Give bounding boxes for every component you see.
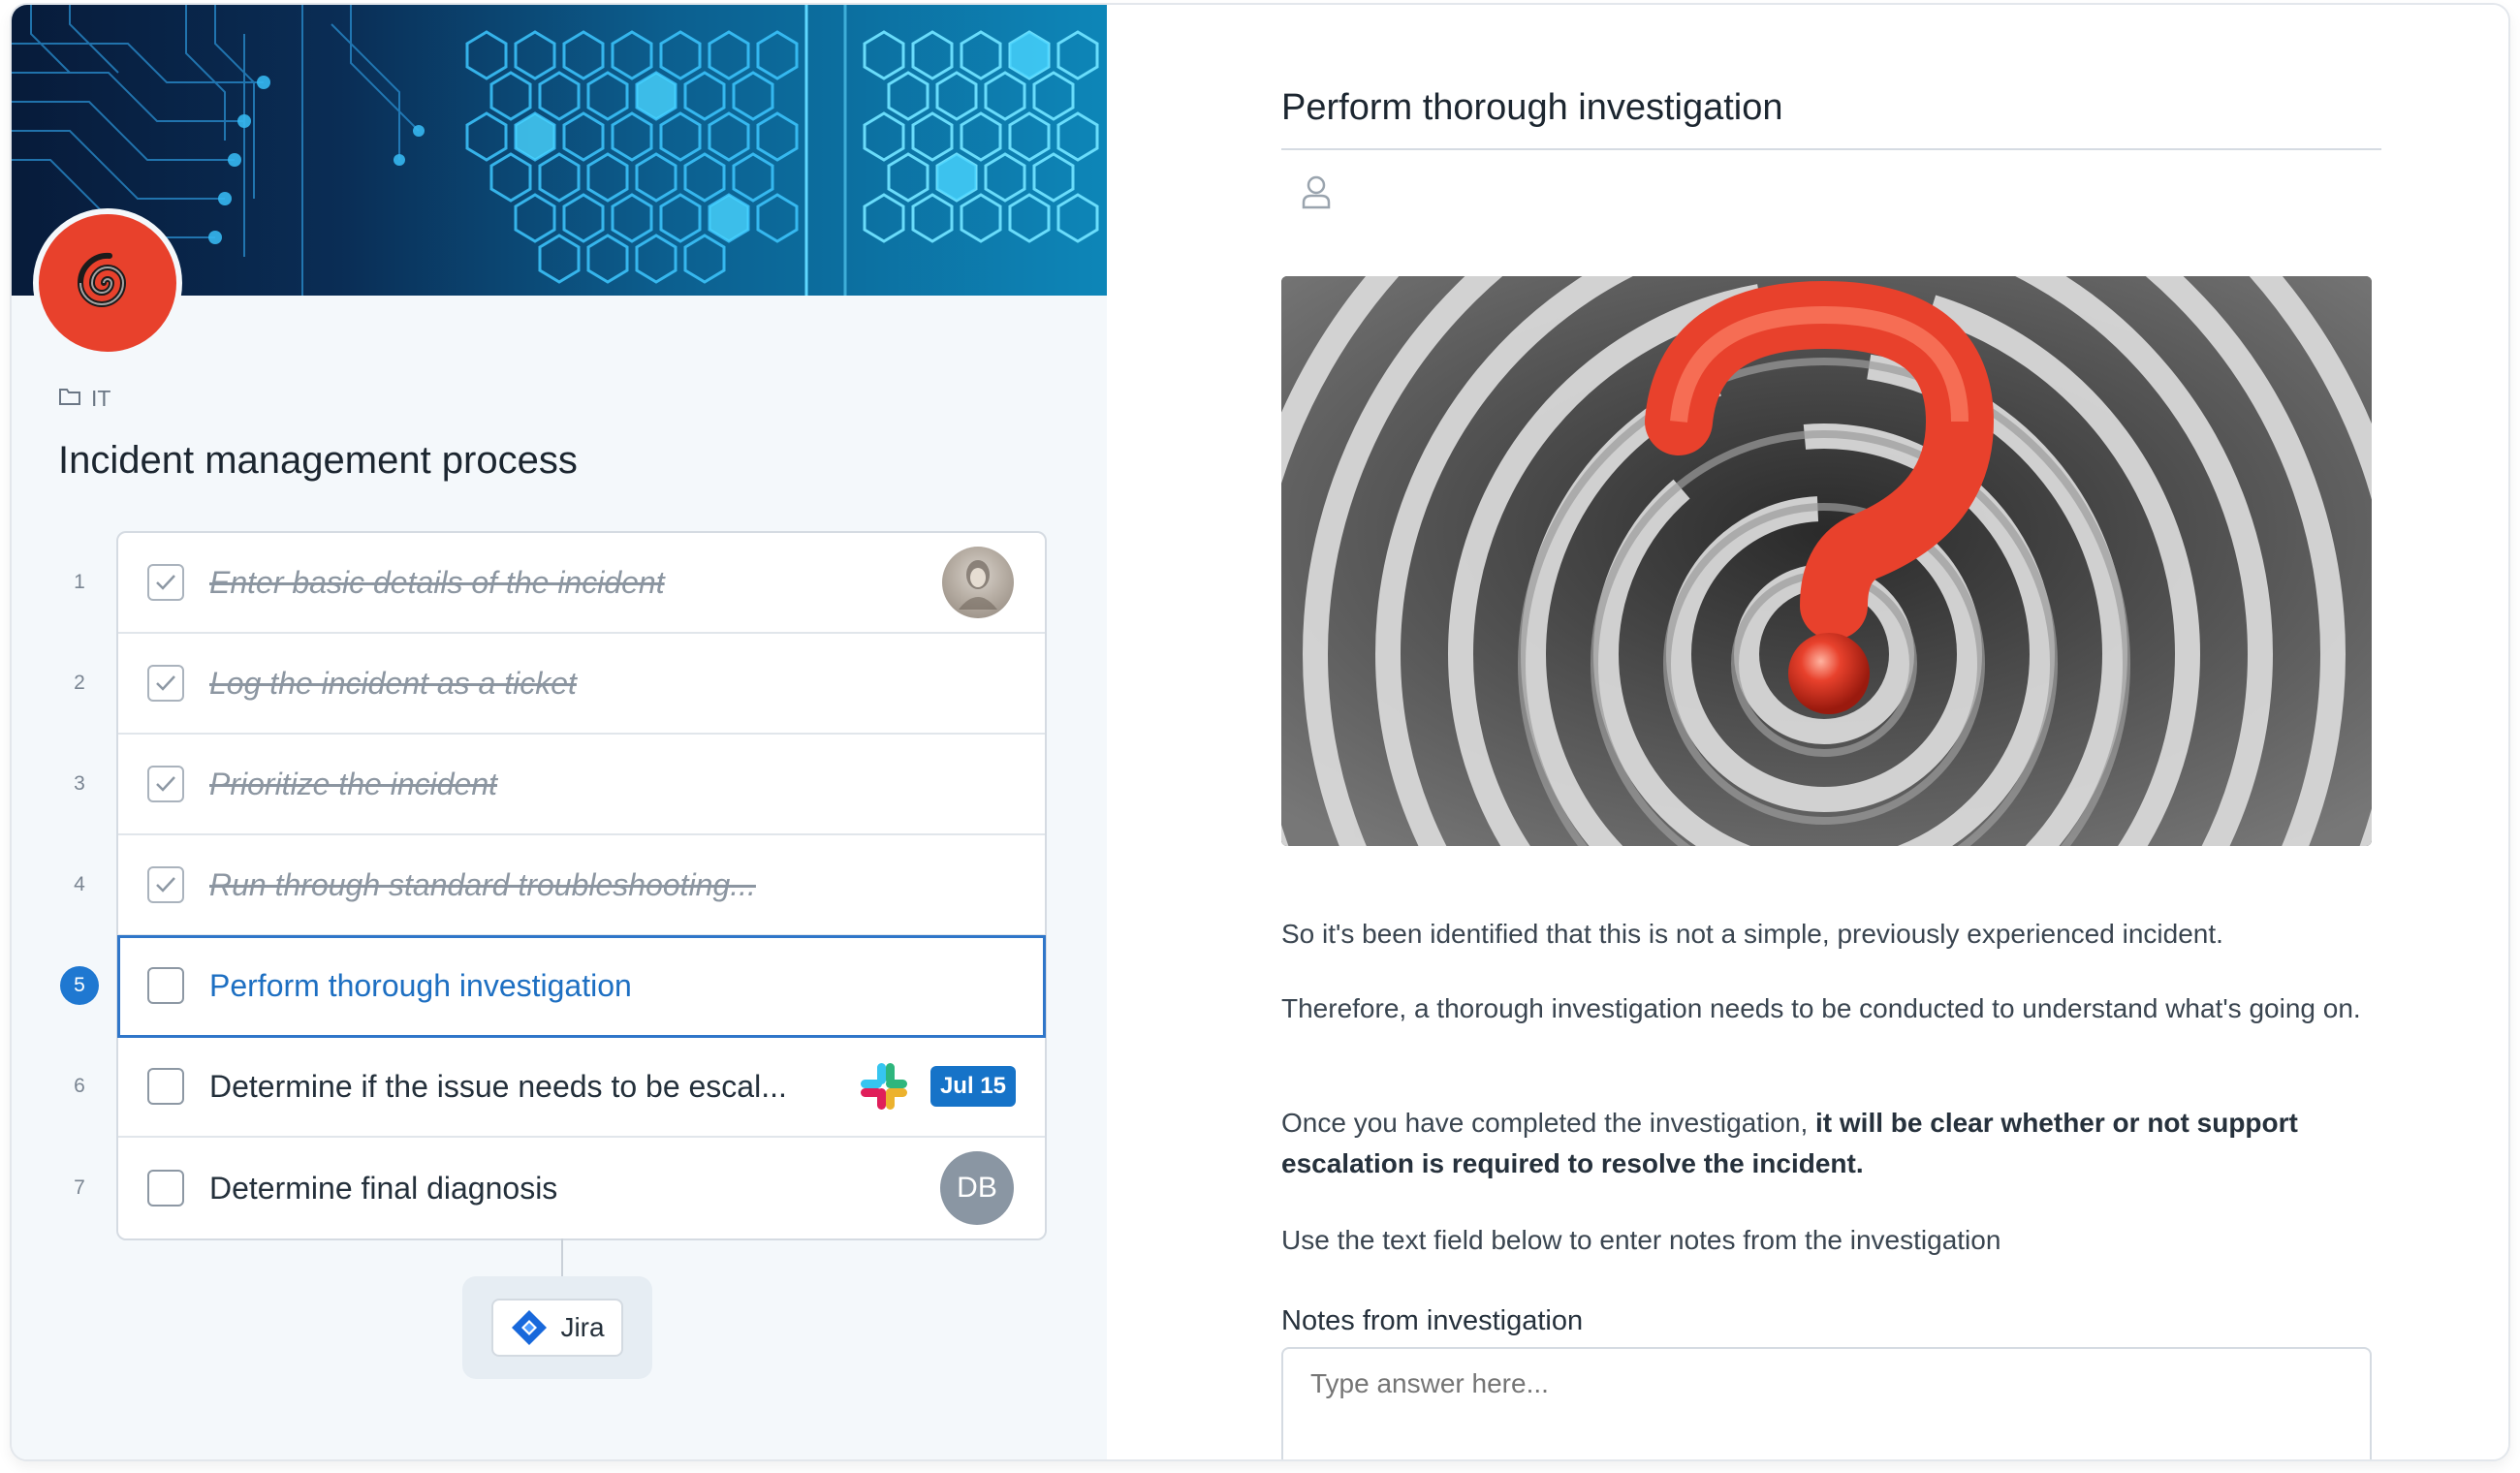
jira-integration-button[interactable]: Jira xyxy=(491,1299,623,1357)
step-number: 4 xyxy=(74,873,85,895)
step-label: Log the incident as a ticket xyxy=(209,665,577,701)
folder-icon xyxy=(58,386,81,412)
notes-input[interactable] xyxy=(1281,1347,2372,1459)
workflow-title: Incident management process xyxy=(58,439,578,482)
due-date-badge[interactable]: Jul 15 xyxy=(929,1066,1016,1107)
step-checkbox[interactable] xyxy=(147,564,184,601)
paragraph-1: So it's been identified that this is not… xyxy=(1281,919,2223,949)
step-checkbox[interactable] xyxy=(147,866,184,903)
folder-name: IT xyxy=(91,386,111,411)
check-icon xyxy=(156,575,175,590)
integration-container: Jira xyxy=(462,1276,652,1379)
workflow-panel: IT Incident management process 1 Enter b… xyxy=(12,5,1107,1459)
check-icon xyxy=(156,776,175,792)
step-label: Determine if the issue needs to be escal… xyxy=(209,1068,787,1104)
step-item-3[interactable]: 3 Prioritize the incident xyxy=(74,735,1045,835)
banner-image xyxy=(12,5,1107,296)
step-label: Run through standard troubleshooting... xyxy=(209,866,756,902)
app-frame: IT Incident management process 1 Enter b… xyxy=(10,3,2510,1461)
jira-icon xyxy=(512,1310,548,1345)
user-icon[interactable] xyxy=(1301,174,1332,214)
step-checkbox[interactable] xyxy=(147,665,184,702)
step-item-4[interactable]: 4 Run through standard troubleshooting..… xyxy=(74,835,1045,936)
step-number: 7 xyxy=(74,1176,85,1199)
step-item-5[interactable]: 5 Perform thorough investigation xyxy=(60,935,1046,1038)
step-number: 3 xyxy=(74,772,85,795)
step-number-active: 5 xyxy=(60,966,99,1005)
step-label: Perform thorough investigation xyxy=(209,967,632,1003)
step-label: Determine final diagnosis xyxy=(209,1170,558,1206)
step-label: Prioritize the incident xyxy=(209,766,498,801)
logo-spiral-icon xyxy=(33,208,182,358)
circuit-pattern xyxy=(12,5,1099,296)
check-icon xyxy=(156,675,175,691)
step-item-1[interactable]: 1 Enter basic details of the incident xyxy=(74,533,1045,634)
step-checkbox[interactable] xyxy=(147,967,184,1004)
folder-breadcrumb[interactable]: IT xyxy=(58,386,110,412)
step-checkbox[interactable] xyxy=(147,1170,184,1207)
check-icon xyxy=(156,877,175,893)
assignee-avatar-photo[interactable] xyxy=(942,547,1014,618)
step-number: 2 xyxy=(74,672,85,694)
step-number: 1 xyxy=(74,571,85,593)
step-item-2[interactable]: 2 Log the incident as a ticket xyxy=(74,634,1045,735)
notes-field-label: Notes from investigation xyxy=(1281,1305,1584,1336)
step-checkbox[interactable] xyxy=(147,1068,184,1105)
slack-icon xyxy=(859,1061,909,1112)
step-number: 6 xyxy=(74,1075,85,1097)
task-detail-panel: Perform thorough investigation So it's b… xyxy=(1107,5,2508,1459)
step-item-7[interactable]: 7 Determine final diagnosis DB xyxy=(74,1138,1045,1238)
title-divider xyxy=(1281,148,2381,150)
maze-question-image xyxy=(1281,276,2372,846)
step-label: Enter basic details of the incident xyxy=(209,564,665,600)
task-title: Perform thorough investigation xyxy=(1281,87,1783,128)
assignee-avatar-initials[interactable]: DB xyxy=(940,1151,1014,1225)
jira-label: Jira xyxy=(560,1312,605,1342)
paragraph-4: Use the text field below to enter notes … xyxy=(1281,1225,2001,1255)
paragraph-3-text: Once you have completed the investigatio… xyxy=(1281,1108,1816,1138)
connector-line xyxy=(561,1238,563,1279)
paragraph-2: Therefore, a thorough investigation need… xyxy=(1281,993,2361,1023)
paragraph-3: Once you have completed the investigatio… xyxy=(1281,1103,2372,1184)
step-checkbox[interactable] xyxy=(147,766,184,802)
step-item-6[interactable]: 6 Determine if the issue needs to be esc… xyxy=(74,1037,1045,1138)
step-list: 1 Enter basic details of the incident 2 … xyxy=(60,531,1047,1240)
